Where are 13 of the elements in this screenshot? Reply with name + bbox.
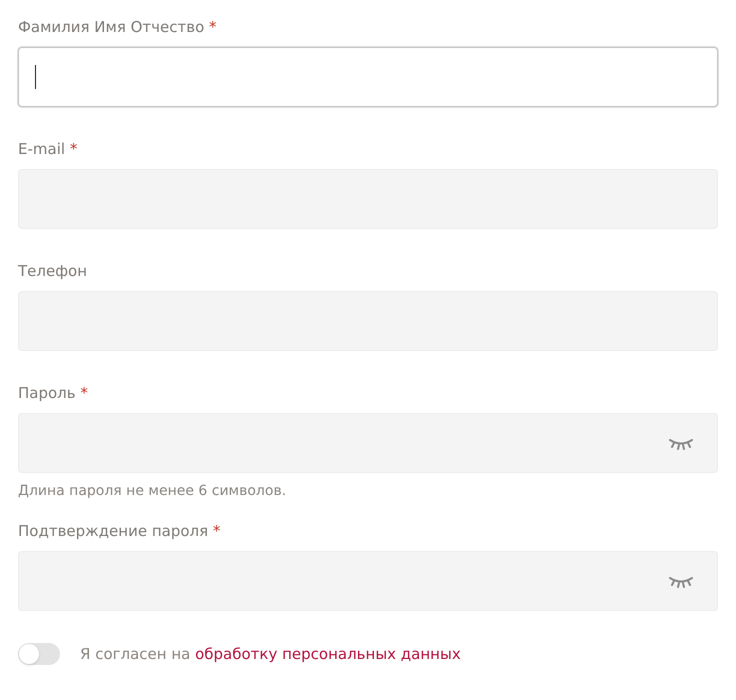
field-label: E-mail * [18,139,78,159]
field-label: Подтверждение пароля * [18,521,222,541]
field-label: Фамилия Имя Отчество * [18,17,218,37]
consent-text: Я согласен на обработку персональных данных [80,644,461,665]
input-field[interactable] [18,47,718,107]
hint-text: Длина пароля не менее 6 символов. [18,482,288,501]
consent-link[interactable]: обработку персональных данных [195,645,461,663]
toggle-switch[interactable] [18,643,60,666]
closed-eye-icon[interactable] [669,576,693,588]
field-label: Телефон [18,261,88,281]
text-cursor [35,65,36,89]
closed-eye-icon[interactable] [669,438,693,450]
field-label: Пароль * [18,383,89,403]
